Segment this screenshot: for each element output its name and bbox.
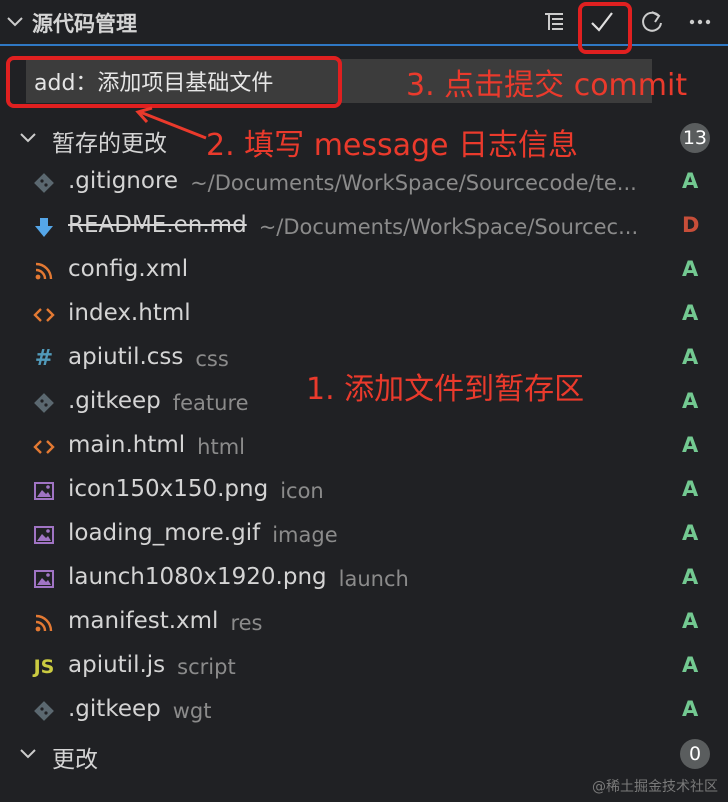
js-icon: JS: [33, 655, 55, 678]
file-path: feature: [172, 391, 249, 415]
chevron-down-icon[interactable]: [4, 10, 26, 32]
message-input-highlight: [6, 56, 342, 108]
changes-header[interactable]: 更改 0: [0, 732, 728, 776]
file-status-badge: A: [682, 389, 699, 413]
file-status-badge: A: [682, 653, 699, 677]
staged-file-row[interactable]: config.xml A: [0, 249, 728, 293]
file-name: apiutil.css: [68, 344, 184, 370]
git-icon: [32, 171, 56, 195]
staged-file-row[interactable]: JS apiutil.js script A: [0, 645, 728, 689]
file-path: css: [195, 347, 229, 371]
git-icon: [32, 391, 56, 415]
file-path: script: [177, 655, 236, 679]
file-status-badge: A: [682, 169, 699, 193]
file-name: .gitkeep: [68, 696, 161, 722]
staged-file-row[interactable]: manifest.xml res A: [0, 601, 728, 645]
file-path: res: [230, 611, 263, 635]
ellipsis-icon: [689, 19, 711, 25]
panel-title: 源代码管理: [32, 12, 137, 36]
file-path: image: [272, 523, 338, 547]
staged-file-row[interactable]: README.en.md ~/Documents/WorkSpace/Source…: [0, 205, 728, 249]
download-arrow-icon: [32, 215, 56, 239]
code-brackets-icon: [32, 435, 56, 459]
image-icon: [32, 567, 56, 591]
file-path: ~/Documents/WorkSpace/Sourcec...: [258, 215, 639, 239]
file-path: ~/Documents/WorkSpace/Sourcecode/te...: [190, 171, 637, 195]
chevron-down-icon: [20, 133, 36, 143]
file-name: .gitignore: [68, 168, 179, 194]
rss-icon: [32, 259, 56, 283]
staged-file-row[interactable]: index.html A: [0, 293, 728, 337]
file-name: .gitkeep: [68, 388, 161, 414]
file-name: manifest.xml: [68, 608, 219, 634]
file-name: loading_more.gif: [68, 520, 261, 546]
annotation-step1: 1. 添加文件到暂存区: [306, 372, 585, 407]
file-path: html: [197, 435, 246, 459]
file-name: config.xml: [68, 256, 189, 282]
file-name: README.en.md: [68, 212, 247, 238]
hash-icon: #: [34, 346, 54, 371]
staged-file-row[interactable]: .gitkeep wgt A: [0, 689, 728, 733]
file-status-badge: A: [682, 301, 699, 325]
file-status-badge: A: [682, 697, 699, 721]
file-status-badge: A: [682, 433, 699, 457]
refresh-button[interactable]: [636, 6, 668, 38]
annotation-step3: 3. 点击提交 commit: [406, 68, 688, 103]
file-name: icon150x150.png: [68, 476, 269, 502]
git-icon: [32, 699, 56, 723]
file-path: icon: [280, 479, 324, 503]
code-brackets-icon: [32, 303, 56, 327]
image-icon: [32, 523, 56, 547]
commit-button-highlight: [578, 2, 632, 54]
file-path: launch: [338, 567, 409, 591]
file-name: launch1080x1920.png: [68, 564, 327, 590]
file-path: wgt: [172, 699, 212, 723]
staged-file-row[interactable]: launch1080x1920.png launch A: [0, 557, 728, 601]
staged-file-row[interactable]: loading_more.gif image A: [0, 513, 728, 557]
tree-list-icon: [545, 13, 563, 30]
annotation-step2: 2. 填写 message 日志信息: [206, 128, 579, 163]
file-name: main.html: [68, 432, 186, 458]
file-status-badge: A: [682, 477, 699, 501]
staged-file-row[interactable]: main.html html A: [0, 425, 728, 469]
file-status-badge: A: [682, 565, 699, 589]
more-actions-button[interactable]: [684, 6, 716, 38]
staged-file-row[interactable]: icon150x150.png icon A: [0, 469, 728, 513]
rss-icon: [32, 611, 56, 635]
refresh-icon: [642, 11, 662, 32]
watermark: @稀土掘金技术社区: [592, 779, 718, 795]
file-status-badge: A: [682, 345, 699, 369]
file-name: apiutil.js: [68, 652, 166, 678]
changes-count-badge: 0: [680, 739, 710, 769]
staged-count-badge: 13: [679, 123, 710, 153]
file-status-badge: A: [682, 521, 699, 545]
file-name: index.html: [68, 300, 191, 326]
changes-label: 更改: [52, 747, 98, 773]
file-status-badge: A: [682, 609, 699, 633]
file-status-badge: A: [682, 257, 699, 281]
annotation-arrow: [135, 106, 207, 140]
file-status-badge: D: [682, 213, 700, 237]
staged-file-row[interactable]: .gitignore ~/Documents/WorkSpace/Sourceco…: [0, 161, 728, 205]
chevron-down-icon: [20, 749, 36, 759]
view-as-tree-button[interactable]: [538, 6, 570, 38]
image-icon: [32, 479, 56, 503]
